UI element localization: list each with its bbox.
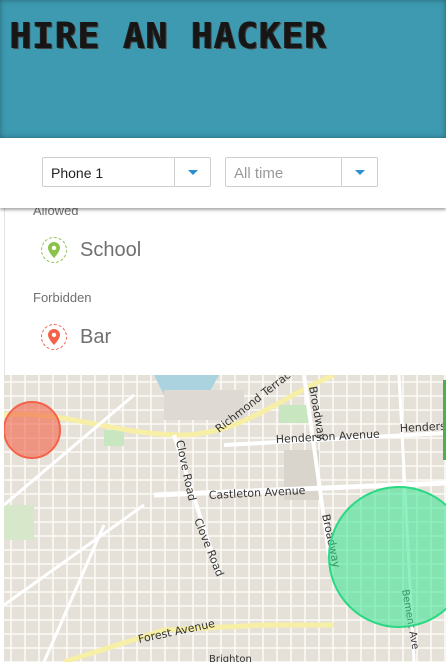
time-range-placeholder: All time <box>234 165 284 182</box>
device-select[interactable]: Phone 1 <box>42 157 211 187</box>
app-header: HIRE AN HACKER <box>0 0 446 138</box>
map-view[interactable]: Richmond Terrace Broadway Henderson Aven… <box>4 375 446 662</box>
brand-logo: HIRE AN HACKER <box>10 16 328 57</box>
park <box>4 505 34 540</box>
device-dropdown-icon[interactable] <box>174 158 210 186</box>
time-range-select[interactable]: All time <box>225 157 378 187</box>
street-label: Henders <box>399 420 446 435</box>
place-name: School <box>80 239 142 261</box>
park <box>279 405 309 423</box>
map-pin-icon <box>41 237 67 263</box>
filter-bar: Phone 1 All time <box>0 138 446 208</box>
place-name: Bar <box>80 326 112 348</box>
time-range-dropdown-icon[interactable] <box>341 158 377 186</box>
places-panel: Allowed School Forbidden Bar <box>4 200 446 375</box>
street-label: Brighton <box>209 654 252 662</box>
map-pin-icon <box>41 324 67 350</box>
park <box>104 430 124 446</box>
device-select-value: Phone 1 <box>51 165 104 181</box>
forbidden-zone[interactable] <box>4 401 61 459</box>
forbidden-label: Forbidden <box>33 290 92 305</box>
map-canvas: Richmond Terrace Broadway Henderson Aven… <box>4 375 446 662</box>
